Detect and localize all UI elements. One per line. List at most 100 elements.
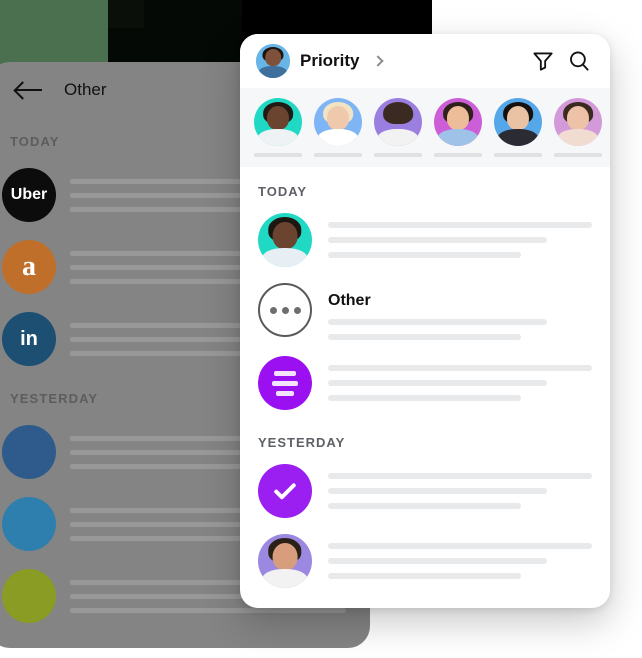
portrait-graphic: [554, 98, 602, 146]
story-name-placeholder: [434, 153, 482, 157]
background-card-title: Other: [64, 80, 107, 99]
story-name-placeholder: [554, 153, 602, 157]
skeleton-line: [328, 558, 548, 564]
story-avatar-image[interactable]: [554, 98, 602, 146]
portrait-face: [446, 105, 470, 130]
portrait-graphic: [494, 98, 542, 146]
story-avatar-6[interactable]: [554, 98, 602, 157]
story-name-placeholder: [494, 153, 542, 157]
portrait-face: [506, 105, 530, 130]
message-row[interactable]: Other: [240, 275, 610, 348]
message-row[interactable]: [240, 456, 610, 526]
story-avatar-1[interactable]: [254, 98, 302, 157]
skeleton-line: [328, 237, 548, 243]
mailchimp-logo[interactable]: [2, 569, 56, 623]
message-content: [328, 534, 592, 579]
portrait-face: [387, 106, 409, 130]
twitter-logo[interactable]: [2, 497, 56, 551]
check-icon[interactable]: [258, 464, 312, 518]
dot: [269, 306, 277, 314]
portrait-shoulders: [257, 128, 299, 146]
skeleton-line: [328, 365, 592, 371]
card-header: Priority: [240, 34, 610, 88]
portrait-shoulders: [377, 128, 419, 146]
message-content: [328, 356, 592, 401]
skeleton-line: [328, 473, 592, 479]
portrait-graphic: [434, 98, 482, 146]
decor-dark-block: [108, 0, 144, 28]
search-icon[interactable]: [566, 48, 592, 74]
portrait-face: [266, 105, 290, 130]
skeleton-line: [328, 380, 548, 386]
portrait-shoulders: [261, 568, 309, 588]
skeleton-line: [328, 503, 521, 509]
portrait-shoulders: [497, 128, 539, 146]
skeleton-line: [328, 319, 548, 325]
menu-line: [276, 390, 294, 396]
message-row[interactable]: [240, 526, 610, 596]
chevron-right-icon[interactable]: [371, 55, 384, 67]
skeleton-line: [328, 488, 548, 494]
contact-avatar[interactable]: [258, 534, 312, 588]
portrait-face: [326, 105, 350, 130]
skeleton-line: [328, 334, 521, 340]
section-label: TODAY: [258, 184, 308, 199]
portrait-face: [272, 221, 298, 249]
portrait-face: [272, 542, 298, 570]
portrait-graphic: [314, 98, 362, 146]
priority-inbox-card[interactable]: Priority TODAY Other YESTERDAY: [240, 34, 610, 608]
message-row[interactable]: [240, 205, 610, 275]
message-row[interactable]: [240, 348, 610, 418]
skeleton-line: [328, 222, 592, 228]
story-avatar-2[interactable]: [314, 98, 362, 157]
uber-logo[interactable]: Uber: [2, 168, 56, 222]
menu-line: [274, 370, 296, 376]
section-label: YESTERDAY: [258, 435, 346, 450]
message-list: TODAY Other YESTERDAY: [240, 167, 610, 596]
dot: [281, 306, 289, 314]
story-avatar-5[interactable]: [494, 98, 542, 157]
portrait-shoulders: [261, 247, 309, 267]
story-avatar-image[interactable]: [314, 98, 362, 146]
story-name-placeholder: [314, 153, 362, 157]
portrait-shoulders: [557, 128, 599, 146]
page-title: Priority: [300, 51, 360, 70]
story-name-placeholder: [254, 153, 302, 157]
message-content: Other: [328, 283, 592, 340]
linkedin-logo[interactable]: in: [2, 312, 56, 366]
portrait-graphic: [258, 534, 312, 588]
account-avatar[interactable]: [256, 44, 290, 78]
skeleton-line: [328, 543, 592, 549]
story-avatar-image[interactable]: [434, 98, 482, 146]
dropbox-logo[interactable]: [2, 425, 56, 479]
portrait-shoulders: [437, 128, 479, 146]
story-name-placeholder: [374, 153, 422, 157]
screenshot-stage: Other TODAY Uber a in YESTERDAY Priority: [0, 0, 642, 658]
amazon-logo[interactable]: a: [2, 240, 56, 294]
portrait-face: [566, 105, 590, 130]
menu-line: [272, 380, 298, 386]
story-avatar-strip[interactable]: [240, 88, 610, 167]
message-title: Other: [328, 292, 371, 309]
story-avatar-4[interactable]: [434, 98, 482, 157]
list-lines-icon[interactable]: [258, 356, 312, 410]
skeleton-line: [328, 573, 521, 579]
skeleton-line: [328, 395, 521, 401]
back-arrow-icon[interactable]: [16, 81, 42, 99]
other-dots-icon[interactable]: [258, 283, 312, 337]
story-avatar-3[interactable]: [374, 98, 422, 157]
skeleton-line: [70, 607, 346, 613]
story-avatar-image[interactable]: [254, 98, 302, 146]
portrait-graphic: [374, 98, 422, 146]
story-avatar-image[interactable]: [374, 98, 422, 146]
skeleton-line: [328, 252, 521, 258]
story-avatar-image[interactable]: [494, 98, 542, 146]
portrait-graphic: [258, 213, 312, 267]
contact-avatar[interactable]: [258, 213, 312, 267]
portrait-shoulders: [317, 128, 359, 146]
portrait-graphic: [254, 98, 302, 146]
filter-icon[interactable]: [530, 48, 556, 74]
message-content: [328, 213, 592, 258]
message-content: [328, 464, 592, 509]
dot: [293, 306, 301, 314]
